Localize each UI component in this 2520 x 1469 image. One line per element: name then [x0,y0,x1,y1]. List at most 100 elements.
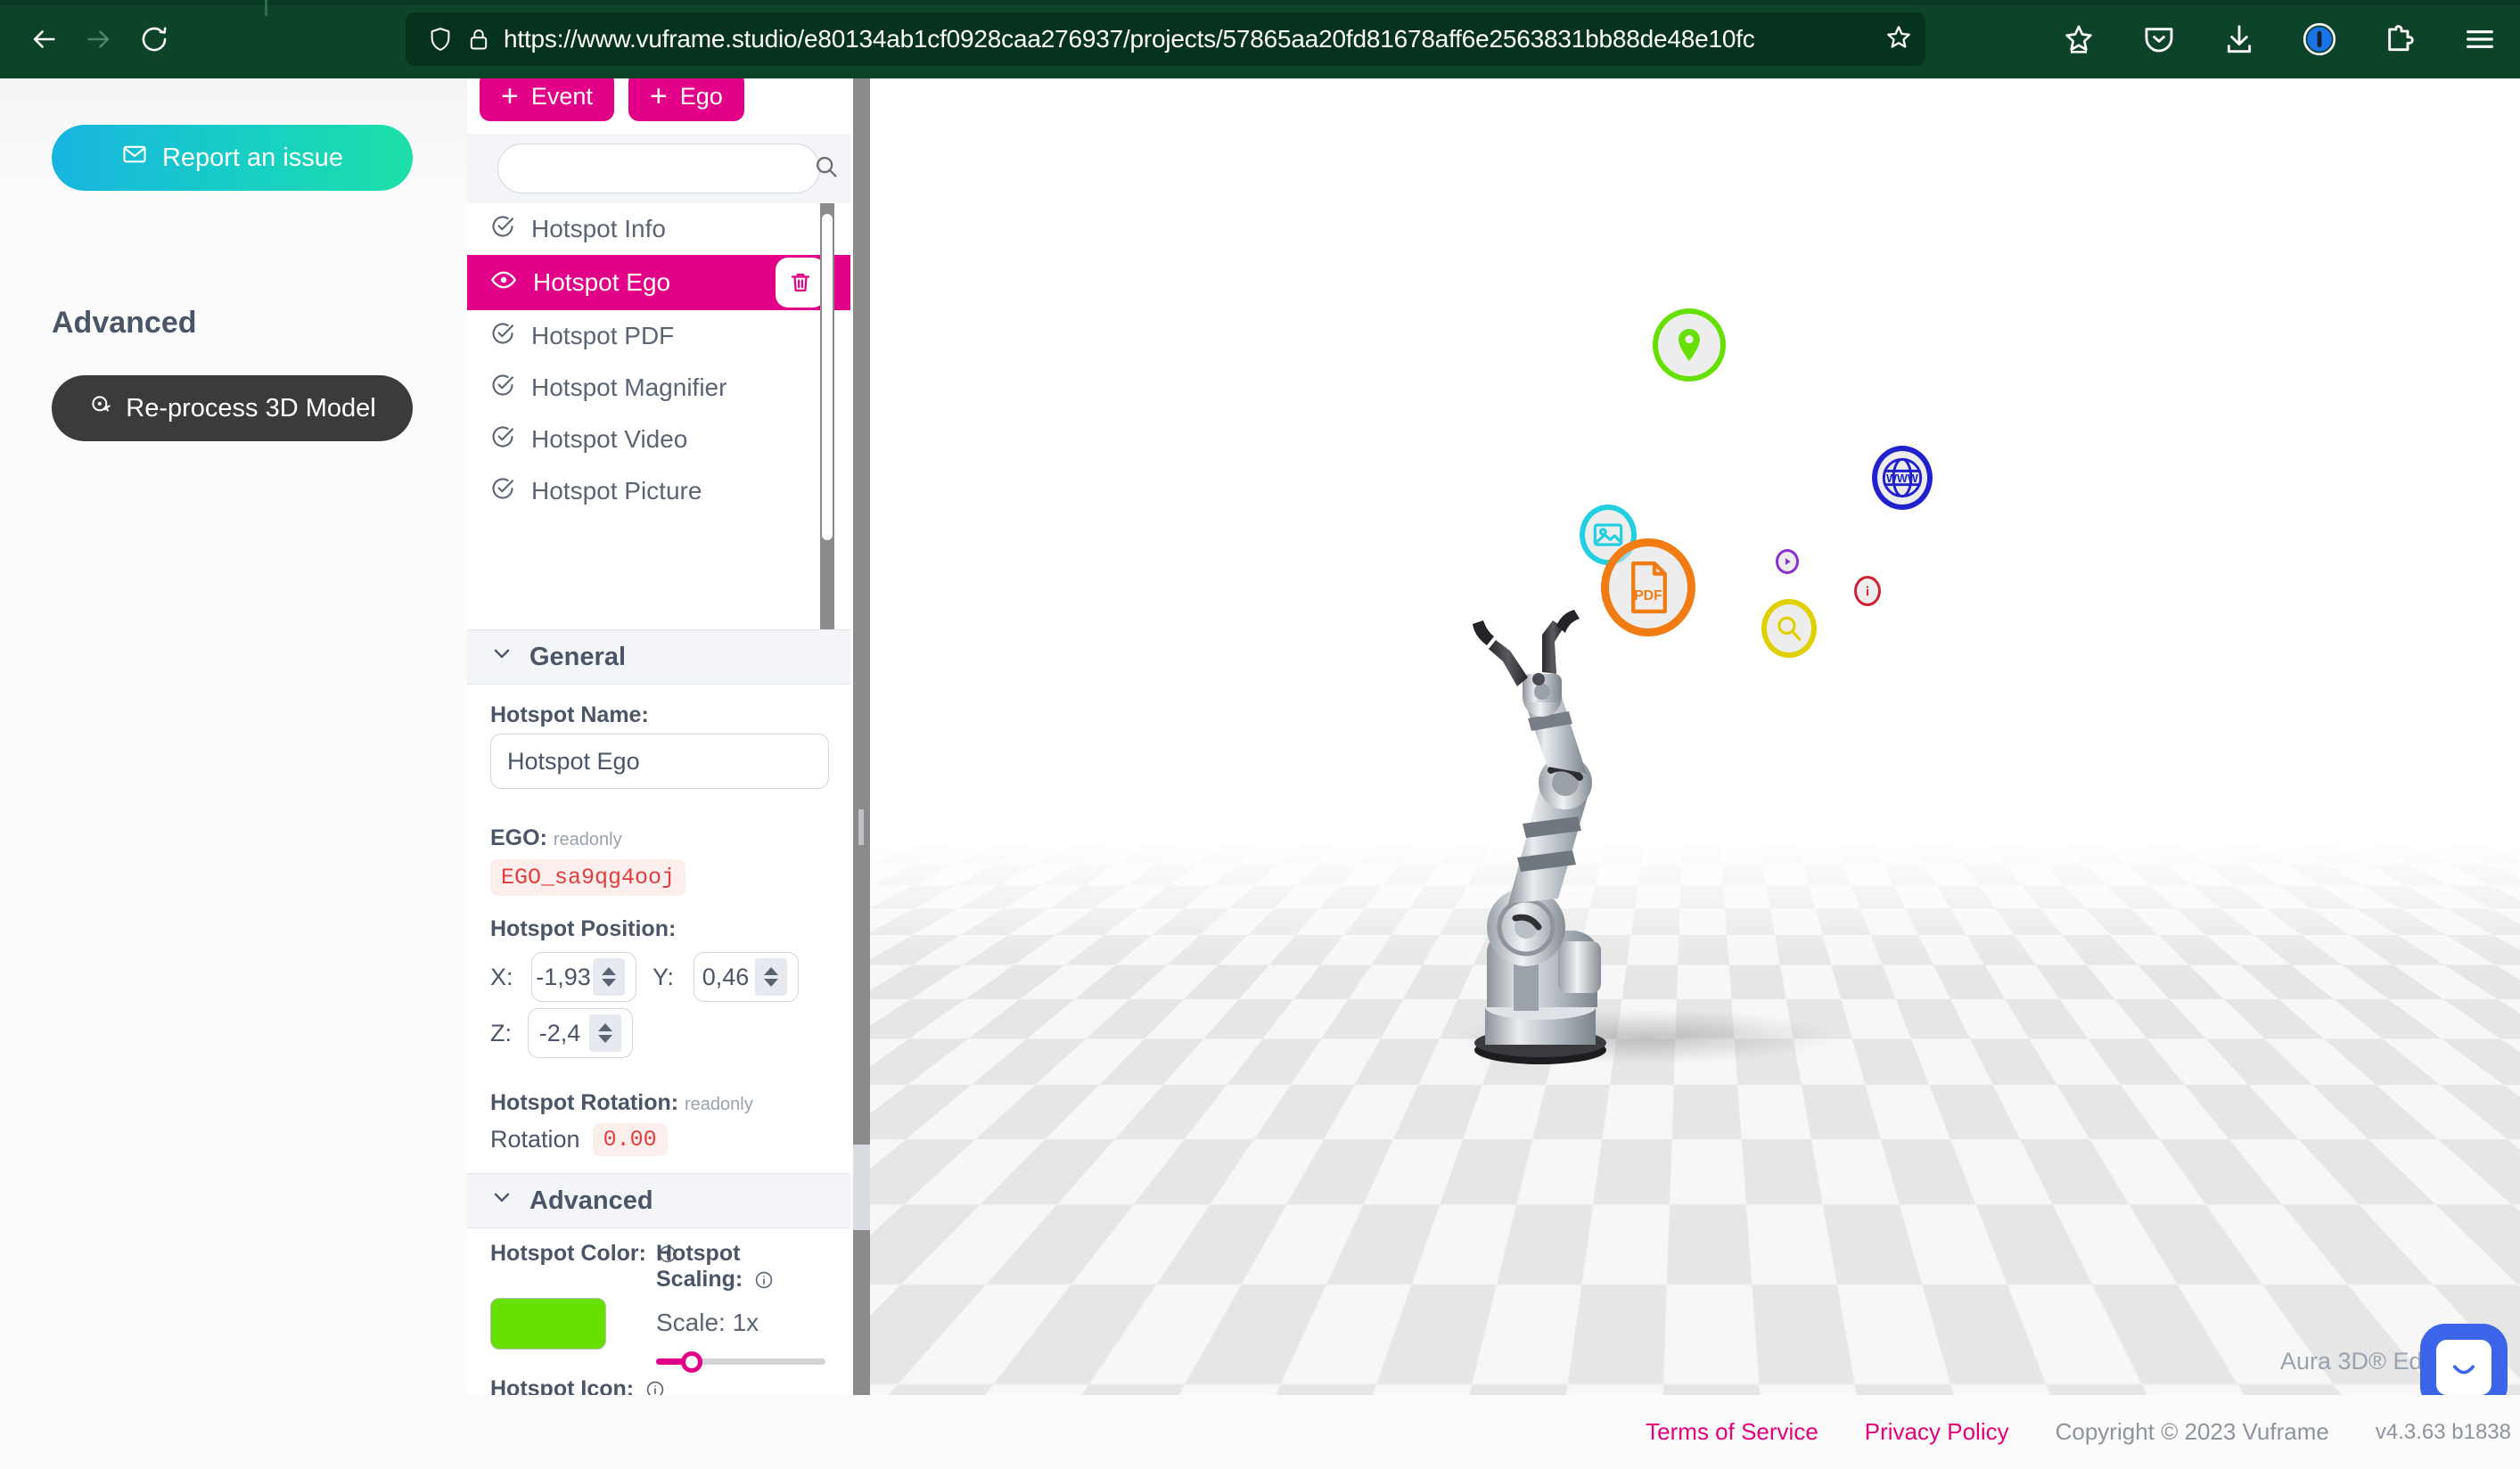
slider-thumb[interactable] [681,1351,702,1373]
info-icon[interactable] [754,1270,774,1296]
hotspot-list-item-pdf[interactable]: Hotspot PDF [467,310,850,362]
rotation-readonly-tag: readonly [685,1095,753,1114]
chevron-down-icon [490,642,513,672]
onepassword-icon[interactable] [2299,19,2340,60]
plus-icon: + [649,79,668,113]
extensions-icon[interactable] [2379,19,2420,60]
hotspot-position-label: Hotspot Position: [490,916,677,941]
reprocess-label: Re-process 3D Model [126,393,376,423]
rotation-value: 0.00 [592,1123,668,1156]
hotspot-list-item-video[interactable]: Hotspot Video [467,414,850,465]
hotspot-icon-label-text: Hotspot Icon: [490,1376,635,1395]
tab-strip-background [0,0,2520,5]
hotspot-marker-pdf[interactable]: PDF [1601,538,1695,636]
report-issue-label: Report an issue [161,143,344,172]
panel-resize-handle[interactable] [858,809,864,845]
hotspot-list-item-picture[interactable]: Hotspot Picture [467,465,850,517]
ego-label: EGO: readonly [490,825,622,851]
refresh-target-icon [88,392,113,424]
address-bar[interactable]: https://www.vuframe.studio/e80134ab1cf09… [406,12,1925,66]
hotspot-marker-pin[interactable] [1653,308,1726,382]
delete-hotspot-button[interactable] [776,258,825,308]
chat-smile-icon [2436,1340,2491,1395]
y-position-stepper[interactable] [755,958,787,996]
privacy-policy-link[interactable]: Privacy Policy [1865,1418,2009,1446]
plus-icon: + [501,79,519,113]
check-circle-icon [490,373,515,404]
hotspot-scaling-label: Hotspot Scaling: [656,1241,817,1296]
left-settings-column: Report an issue Advanced Re-process 3D M… [0,78,467,1469]
save-to-pocket-icon[interactable] [2058,19,2099,60]
hotspot-name-input[interactable] [490,734,829,789]
hotspot-rotation-label: Hotspot Rotation: readonly [490,1090,753,1116]
hotspot-rotation-label-text: Hotspot Rotation: [490,1090,679,1115]
check-circle-icon [490,476,515,507]
hotspot-color-swatch[interactable] [490,1298,606,1350]
bookmark-star-icon[interactable] [1884,23,1913,56]
rotation-row: Rotation 0.00 [490,1123,668,1156]
left-advanced-heading: Advanced [52,306,197,340]
hotspot-list[interactable]: Hotspot Info Hotspot Ego Hotspot PDF Hot… [467,203,850,629]
reprocess-3d-model-button[interactable]: Re-process 3D Model [52,375,413,441]
robot-arm-model[interactable] [1351,604,1726,1104]
y-position-input[interactable] [694,963,753,991]
general-section-header[interactable]: General [467,629,850,685]
z-position-stepper[interactable] [589,1014,621,1052]
ego-label-text: EGO: [490,825,547,850]
hotspot-list-item-ego[interactable]: Hotspot Ego [467,255,850,310]
info-icon[interactable] [645,1380,665,1395]
hotspot-scaling-label-text: Hotspot Scaling: [656,1241,743,1292]
x-axis-label: X: [490,963,513,990]
scale-readout: Scale: 1x [656,1309,759,1336]
add-event-button[interactable]: + Event [480,78,614,121]
check-circle-icon [490,214,515,245]
chevron-down-icon [490,1186,513,1216]
add-ego-button[interactable]: + Ego [628,78,744,121]
terms-of-service-link[interactable]: Terms of Service [1646,1418,1818,1446]
tab-separator [265,0,267,16]
hotspot-list-item-magnifier[interactable]: Hotspot Magnifier [467,362,850,414]
search-icon[interactable] [813,153,840,185]
hotspot-list-scrollbar-thumb[interactable] [822,214,833,540]
hotspot-marker-play[interactable] [1776,549,1799,574]
search-input[interactable] [514,154,813,183]
svg-text:PDF: PDF [1634,588,1662,603]
y-axis-label: Y: [653,963,675,990]
inspector-scrollbar-thumb[interactable] [853,1145,870,1230]
z-position-field[interactable] [528,1008,633,1058]
report-issue-button[interactable]: Report an issue [52,125,413,191]
search-box[interactable] [497,144,837,193]
reload-button[interactable] [127,12,182,67]
chat-bubble-button[interactable] [2420,1324,2508,1395]
hotspot-list-item-label: Hotspot PDF [531,322,675,349]
hotspot-icon-label: Hotspot Icon: [490,1376,665,1395]
x-position-input[interactable] [532,963,591,991]
3d-viewport[interactable]: WWW PDF Aura 3D® Editor v1 [870,78,2520,1395]
tracking-protection-shield-icon[interactable] [427,26,454,53]
advanced-section-title: Advanced [529,1186,653,1215]
hotspot-marker-info[interactable] [1854,576,1881,606]
rotation-word: Rotation [490,1126,580,1153]
hotspot-marker-magnifier[interactable] [1761,599,1817,658]
ego-readonly-tag: readonly [553,830,622,849]
y-position-field[interactable] [694,952,799,1002]
app-menu-icon[interactable] [2459,19,2500,60]
svg-text:WWW: WWW [1886,472,1918,485]
hotspot-list-item-label: Hotspot Ego [533,268,671,296]
x-position-stepper[interactable] [593,958,625,996]
back-button[interactable] [16,12,71,67]
hotspot-list-item-info[interactable]: Hotspot Info [467,203,850,255]
z-axis-label: Z: [490,1019,512,1046]
hotspot-marker-www[interactable]: WWW [1872,446,1933,510]
hotspot-scale-slider[interactable] [656,1350,825,1373]
pocket-icon[interactable] [2138,19,2179,60]
copyright-text: Copyright © 2023 Vuframe [2055,1418,2329,1445]
hotspot-inspector-panel: + Event + Ego Hotspot Info Hotspot Ego H… [467,78,870,1395]
downloads-icon[interactable] [2219,19,2260,60]
advanced-section-header[interactable]: Advanced [467,1173,850,1228]
lock-icon[interactable] [466,27,491,52]
z-position-input[interactable] [529,1019,587,1047]
x-position-field[interactable] [531,952,636,1002]
forward-button[interactable] [71,12,127,67]
position-z-row: Z: [490,1008,633,1058]
